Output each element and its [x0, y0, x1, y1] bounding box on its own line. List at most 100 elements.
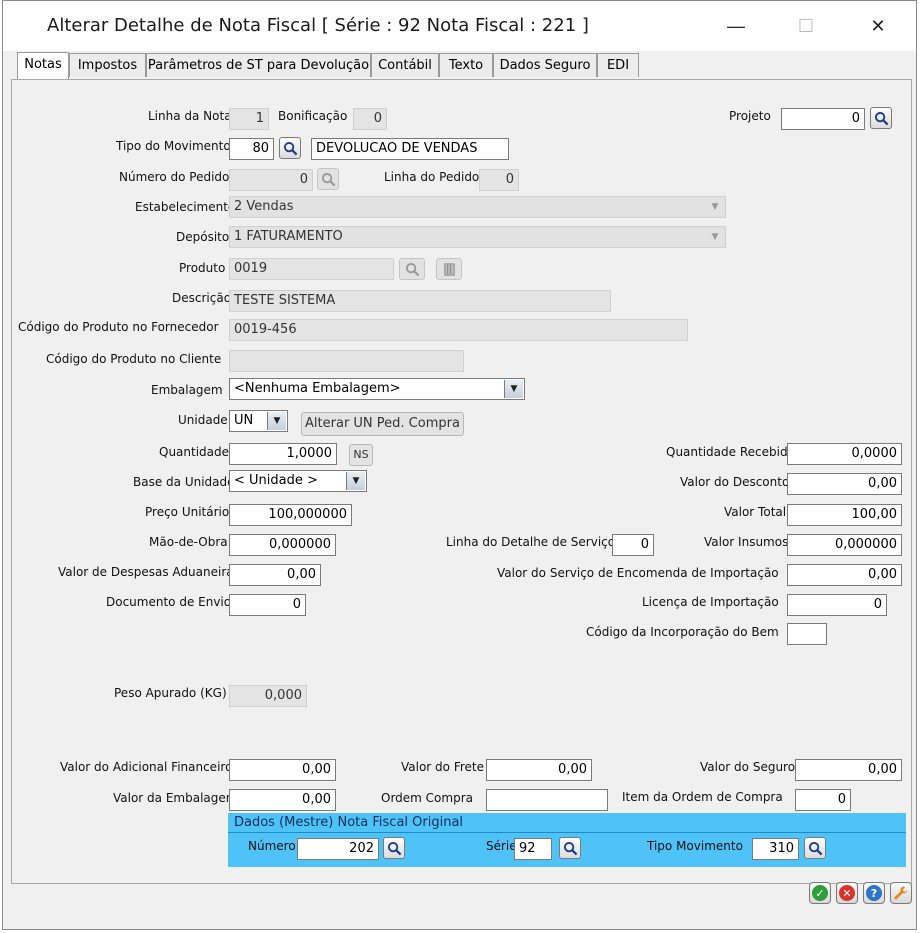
- nf-original-title: Dados (Mestre) Nota Fiscal Original: [234, 815, 464, 830]
- search-icon: [321, 172, 335, 186]
- servico-encomenda-field[interactable]: 0,00: [787, 564, 902, 586]
- despesas-aduaneiras-field[interactable]: 0,00: [229, 564, 321, 586]
- linha-nota-field: 1: [229, 108, 269, 130]
- valor-embalagem-field[interactable]: 0,00: [229, 789, 336, 811]
- tipo-movimento-field[interactable]: 80: [229, 138, 274, 160]
- produto-field: 0019: [229, 258, 394, 280]
- adicional-financeiro-field[interactable]: 0,00: [229, 759, 336, 781]
- licenca-importacao-field[interactable]: 0: [787, 594, 887, 616]
- title-bar: Alterar Detalhe de Nota Fiscal [ Série :…: [3, 1, 916, 51]
- tipo-movimento-description[interactable]: DEVOLUCAO DE VENDAS: [311, 138, 509, 160]
- produto-search-button[interactable]: [399, 258, 425, 280]
- chevron-down-icon: ▼: [346, 472, 365, 490]
- ordem-compra-field[interactable]: [486, 789, 608, 811]
- deposito-select[interactable]: 1 FATURAMENTO ▼: [229, 226, 726, 248]
- estabelecimento-select[interactable]: 2 Vendas ▼: [229, 196, 726, 218]
- valor-frete-field[interactable]: 0,00: [486, 759, 592, 781]
- bonificacao-field: 0: [353, 108, 387, 130]
- estabelecimento-value: 2 Vendas: [234, 199, 294, 214]
- chevron-down-icon: ▼: [711, 202, 719, 212]
- valor-seguro-label: Valor do Seguro: [700, 760, 796, 774]
- quantidade-recebida-field[interactable]: 0,0000: [787, 443, 902, 465]
- nf-tipo-movimento-field[interactable]: 310: [752, 838, 799, 860]
- tab-parametros-st[interactable]: Parâmetros de ST para Devolução: [146, 53, 371, 77]
- projeto-field[interactable]: 0: [781, 108, 865, 130]
- numero-pedido-search-button[interactable]: [317, 168, 339, 190]
- projeto-label: Projeto: [729, 109, 771, 123]
- mao-obra-label: Mão-de-Obra: [149, 535, 228, 549]
- linha-pedido-label: Linha do Pedido: [384, 170, 480, 184]
- produto-details-button[interactable]: [436, 258, 462, 280]
- chevron-down-icon: ▼: [267, 412, 286, 430]
- deposito-label: Depósito: [176, 230, 230, 244]
- base-unidade-select[interactable]: < Unidade > ▼: [229, 470, 367, 492]
- valor-embalagem-label: Valor da Embalagem: [113, 791, 238, 805]
- maximize-button[interactable]: ☐: [783, 11, 829, 41]
- nf-serie-field[interactable]: 92: [514, 838, 552, 860]
- nf-serie-search-button[interactable]: [559, 837, 581, 859]
- search-icon: [387, 841, 401, 855]
- close-button[interactable]: ✕: [855, 11, 901, 41]
- cancel-button[interactable]: ✕: [836, 882, 858, 904]
- minimize-button[interactable]: —: [713, 11, 759, 41]
- group-divider: [228, 832, 906, 833]
- valor-desconto-label: Valor do Desconto: [680, 475, 790, 489]
- help-button[interactable]: ?: [863, 882, 885, 904]
- tipo-movimento-label: Tipo do Movimento: [116, 139, 231, 153]
- tools-button[interactable]: [890, 882, 912, 904]
- tipo-movimento-search-button[interactable]: [279, 137, 301, 159]
- cancel-icon: ✕: [839, 885, 855, 901]
- numero-pedido-label: Número do Pedido: [119, 170, 230, 184]
- linha-detalhe-servico-label: Linha do Detalhe de Serviço: [446, 535, 616, 549]
- tab-impostos[interactable]: Impostos: [69, 53, 146, 77]
- valor-seguro-field[interactable]: 0,00: [795, 759, 902, 781]
- item-ordem-compra-field[interactable]: 0: [795, 789, 851, 811]
- nf-tipo-movimento-search-button[interactable]: [804, 837, 826, 859]
- tab-notas[interactable]: Notas: [17, 52, 69, 79]
- base-unidade-value: < Unidade >: [234, 473, 318, 488]
- linha-detalhe-servico-field[interactable]: 0: [612, 534, 654, 556]
- valor-total-field[interactable]: 100,00: [787, 504, 902, 526]
- nf-numero-field[interactable]: 202: [297, 838, 379, 860]
- ordem-compra-label: Ordem Compra: [381, 791, 473, 805]
- preco-unitario-field[interactable]: 100,000000: [229, 504, 352, 526]
- wrench-icon: [894, 886, 908, 900]
- tab-contabil[interactable]: Contábil: [371, 53, 439, 77]
- descricao-field: TESTE SISTEMA: [229, 290, 611, 312]
- projeto-search-button[interactable]: [870, 107, 892, 129]
- valor-insumos-label: Valor Insumos: [704, 535, 789, 549]
- search-icon: [283, 141, 297, 155]
- tab-edi[interactable]: EDI: [597, 53, 639, 77]
- embalagem-select[interactable]: <Nenhuma Embalagem> ▼: [229, 378, 525, 400]
- numero-pedido-field: 0: [229, 169, 313, 191]
- documento-envio-field[interactable]: 0: [229, 594, 306, 616]
- mao-obra-field[interactable]: 0,000000: [229, 534, 336, 556]
- valor-desconto-field[interactable]: 0,00: [787, 473, 902, 495]
- valor-total-label: Valor Total: [724, 505, 787, 519]
- produto-label: Produto: [179, 261, 226, 275]
- document-icon: [443, 262, 455, 276]
- alterar-un-button[interactable]: Alterar UN Ped. Compra: [301, 412, 464, 436]
- unidade-label: Unidade: [178, 413, 228, 427]
- quantidade-field[interactable]: 1,0000: [229, 443, 337, 465]
- adicional-financeiro-label: Valor do Adicional Financeiro: [60, 760, 233, 774]
- tab-dados-seguro[interactable]: Dados Seguro: [493, 53, 597, 77]
- unidade-value: UN: [234, 413, 254, 428]
- valor-insumos-field[interactable]: 0,000000: [787, 534, 902, 556]
- search-icon: [874, 111, 888, 125]
- chevron-down-icon: ▼: [711, 232, 719, 242]
- embalagem-label: Embalagem: [151, 383, 223, 397]
- nf-tipo-movimento-label: Tipo Movimento: [647, 839, 743, 853]
- incorporacao-bem-field[interactable]: [787, 623, 827, 645]
- ok-button[interactable]: ✓: [809, 882, 831, 904]
- despesas-aduaneiras-label: Valor de Despesas Aduaneiras: [58, 565, 240, 579]
- unidade-select[interactable]: UN ▼: [229, 410, 288, 432]
- chevron-down-icon: ▼: [504, 380, 523, 398]
- ns-button[interactable]: NS: [349, 444, 373, 466]
- deposito-value: 1 FATURAMENTO: [234, 229, 343, 244]
- quantidade-label: Quantidade: [159, 445, 230, 459]
- cod-cliente-label: Código do Produto no Cliente: [46, 352, 222, 366]
- nf-numero-search-button[interactable]: [383, 837, 405, 859]
- licenca-importacao-label: Licença de Importação: [642, 595, 779, 609]
- tab-texto[interactable]: Texto: [439, 53, 493, 77]
